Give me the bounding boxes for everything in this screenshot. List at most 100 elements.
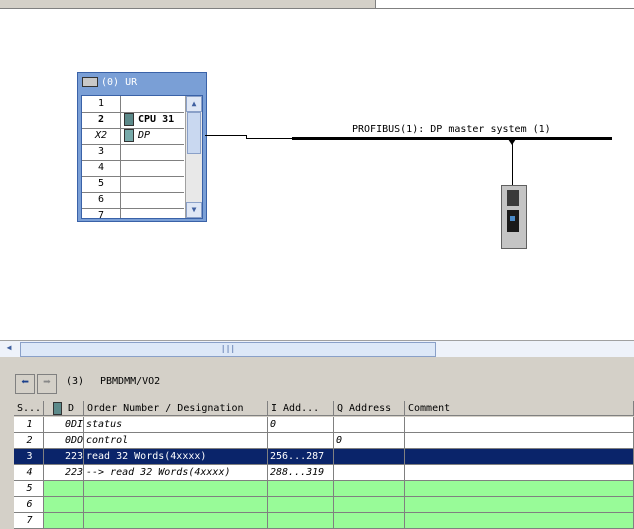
rack-row[interactable]: X2 DP: [82, 128, 184, 145]
cell-q-address[interactable]: [334, 417, 405, 433]
cell-comment[interactable]: [405, 417, 634, 433]
scroll-left-icon[interactable]: ◀: [2, 341, 16, 355]
module-name-title: PBMDMM/VO2: [100, 376, 161, 387]
cell-slot: 1: [14, 417, 44, 433]
col-header-d-label: D: [68, 403, 75, 414]
cell-comment[interactable]: [405, 465, 634, 481]
rack-window[interactable]: (0) UR 1 2 CPU 31 X2 DP 3 4 5 6 7 ▲ ▼: [77, 72, 207, 222]
canvas-horizontal-scrollbar[interactable]: ◀ |||: [0, 340, 634, 357]
dp-connector-line: [205, 135, 247, 136]
cell-slot: 7: [14, 513, 44, 529]
cell-slot: 2: [14, 433, 44, 449]
cell-designation: [84, 497, 268, 513]
cell-comment[interactable]: [405, 481, 634, 497]
table-row-empty[interactable]: 7: [14, 513, 634, 529]
cell-q-address[interactable]: [334, 513, 405, 529]
cell-d: [44, 497, 84, 513]
rack-row[interactable]: 6: [82, 192, 184, 209]
col-header-comment[interactable]: Comment: [405, 401, 634, 416]
bus-label: PROFIBUS(1): DP master system (1): [352, 124, 551, 135]
slot-number: 5: [82, 176, 121, 192]
slot-number: 3: [82, 144, 121, 160]
module-icon: [53, 401, 62, 415]
dp-slave-module-icon[interactable]: [501, 185, 527, 249]
cell-slot: 4: [14, 465, 44, 481]
cell-slot: 3: [14, 449, 44, 465]
cell-comment[interactable]: [405, 513, 634, 529]
cell-i-address[interactable]: [268, 481, 334, 497]
cell-i-address[interactable]: 256...287: [268, 449, 334, 465]
rack-row[interactable]: 4: [82, 160, 184, 177]
table-row[interactable]: 1 0DI status 0: [14, 417, 634, 433]
station-canvas[interactable]: (0) UR 1 2 CPU 31 X2 DP 3 4 5 6 7 ▲ ▼ PROF…: [0, 9, 634, 340]
cell-d: [44, 513, 84, 529]
slave-body: [507, 210, 519, 232]
cell-d: 0DO: [44, 433, 84, 449]
table-row[interactable]: 4 223 --> read 32 Words(4xxxx) 288...319: [14, 465, 634, 481]
table-row-empty[interactable]: 6: [14, 497, 634, 513]
col-header-d[interactable]: D: [44, 401, 84, 416]
cell-comment[interactable]: [405, 449, 634, 465]
cell-q-address[interactable]: 0: [334, 433, 405, 449]
rack-row[interactable]: 3: [82, 144, 184, 161]
horizontal-scroll-thumb[interactable]: |||: [20, 342, 436, 357]
cell-q-address[interactable]: [334, 465, 405, 481]
slave-connector: [507, 190, 519, 206]
slot-number: X2: [82, 128, 121, 144]
cell-q-address[interactable]: [334, 449, 405, 465]
slot-number: 7: [82, 208, 121, 218]
slave-led: [510, 216, 515, 221]
cell-designation: status: [84, 417, 268, 433]
scroll-thumb[interactable]: [187, 112, 201, 154]
cell-d: [44, 481, 84, 497]
rack-row[interactable]: 5: [82, 176, 184, 193]
col-header-q-address[interactable]: Q Address: [334, 401, 405, 416]
cpu-module-icon: [124, 112, 134, 126]
toolbar-segment: [375, 0, 634, 8]
table-row-empty[interactable]: 5: [14, 481, 634, 497]
module-name: DP: [138, 130, 151, 141]
rack-slot-grid: 1 2 CPU 31 X2 DP 3 4 5 6 7 ▲ ▼: [81, 95, 203, 219]
table-header: S... D Order Number / Designation I Add.…: [14, 401, 634, 417]
module-number: (3): [66, 376, 85, 387]
cell-d: 0DI: [44, 417, 84, 433]
cell-comment[interactable]: [405, 433, 634, 449]
module-dp: DP: [124, 128, 150, 144]
bus-tap-icon: [508, 139, 516, 145]
cell-comment[interactable]: [405, 497, 634, 513]
slot-number: 1: [82, 96, 121, 112]
dp-interface-icon: [124, 128, 134, 142]
cell-q-address[interactable]: [334, 497, 405, 513]
cell-d: 223: [44, 465, 84, 481]
cell-designation: read 32 Words(4xxxx): [84, 449, 268, 465]
col-header-slot[interactable]: S...: [14, 401, 44, 416]
table-row-selected[interactable]: 3 223 read 32 Words(4xxxx) 256...287: [14, 449, 634, 465]
rack-icon: [82, 77, 98, 87]
cell-i-address[interactable]: 0: [268, 417, 334, 433]
back-arrow-icon[interactable]: ⬅: [15, 374, 35, 394]
cell-d: 223: [44, 449, 84, 465]
table-row[interactable]: 2 0DO control 0: [14, 433, 634, 449]
cell-i-address[interactable]: [268, 513, 334, 529]
cell-i-address[interactable]: [268, 433, 334, 449]
cell-i-address[interactable]: 288...319: [268, 465, 334, 481]
rack-titlebar[interactable]: (0) UR: [80, 75, 204, 90]
rack-row[interactable]: 7: [82, 208, 184, 218]
rack-vertical-scrollbar[interactable]: ▲ ▼: [185, 96, 202, 218]
cell-q-address[interactable]: [334, 481, 405, 497]
dp-connector-line: [246, 138, 292, 139]
module-name: CPU 31: [138, 114, 175, 125]
scroll-down-icon[interactable]: ▼: [186, 202, 202, 218]
rack-row[interactable]: 1: [82, 96, 184, 113]
forward-arrow-icon[interactable]: ➡: [37, 374, 57, 394]
col-header-designation[interactable]: Order Number / Designation: [84, 401, 268, 416]
slave-drop-line: [512, 140, 513, 185]
slot-number: 4: [82, 160, 121, 176]
col-header-i-address[interactable]: I Add...: [268, 401, 334, 416]
cell-designation: [84, 481, 268, 497]
rack-row[interactable]: 2 CPU 31: [82, 112, 184, 129]
cell-i-address[interactable]: [268, 497, 334, 513]
profibus-line[interactable]: [292, 137, 612, 140]
cell-slot: 6: [14, 497, 44, 513]
scroll-up-icon[interactable]: ▲: [186, 96, 202, 112]
